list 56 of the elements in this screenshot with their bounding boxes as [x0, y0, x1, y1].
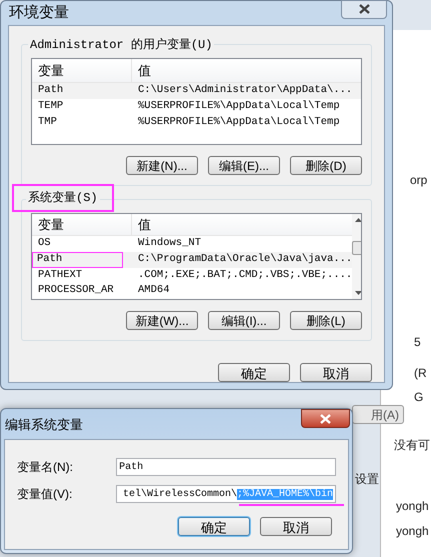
dialog-button[interactable]: 编辑(I)...	[208, 311, 280, 330]
variable-name: PROCESSOR_AR	[37, 283, 115, 298]
dialog-button[interactable]: 取消	[260, 517, 332, 536]
variable-name: TEMP	[37, 99, 64, 114]
list-row[interactable]: PROCESSOR_AR AMD64	[32, 283, 352, 299]
column-header[interactable]: 变量	[32, 214, 132, 235]
variable-value: AMD64	[137, 283, 170, 298]
background-text: 没有可	[394, 437, 430, 454]
dialog-button[interactable]: 确定	[218, 363, 290, 382]
variable-name: Path	[37, 252, 62, 267]
variable-value: %USERPROFILE%\AppData\Local\Temp	[137, 99, 340, 114]
variable-value: %USERPROFILE%\AppData\Local\Temp	[137, 115, 340, 130]
dialog-button[interactable]: 编辑(E)...	[208, 156, 280, 175]
variable-value: Windows_NT	[137, 236, 202, 251]
variable-name: Path	[37, 83, 64, 98]
dialog-button[interactable]: 新建(N)...	[126, 156, 198, 175]
background-text: yongh	[396, 498, 429, 515]
dialog-button[interactable]: 删除(L)	[290, 311, 362, 330]
variable-name: OS	[37, 236, 52, 251]
dialog-button[interactable]: 确定	[178, 517, 250, 536]
list-row[interactable]: Path C:\Users\Administrator\AppData\...	[32, 83, 361, 99]
list-row[interactable]: TEMP %USERPROFILE%\AppData\Local\Temp	[32, 99, 361, 115]
close-button[interactable]	[301, 409, 350, 428]
background-text: (R	[414, 365, 427, 382]
dialog-button[interactable]: 新建(W)...	[126, 311, 198, 330]
background-text: 设置	[355, 471, 379, 488]
window-title: 编辑系统变量	[5, 416, 83, 434]
background-text: orp	[410, 172, 428, 189]
column-header[interactable]: 值	[132, 214, 352, 235]
list-row[interactable]: TMP %USERPROFILE%\AppData\Local\Temp	[32, 115, 361, 131]
variable-name: PATHEXT	[37, 268, 84, 282]
close-icon	[358, 4, 370, 14]
background-text: G	[414, 389, 424, 406]
list-row[interactable]: Path C:\ProgramData\Oracle\Java\java...	[32, 252, 352, 268]
scroll-up-icon[interactable]	[355, 218, 361, 222]
list-row[interactable]: PATHEXT .COM;.EXE;.BAT;.CMD;.VBS;.VBE;....	[32, 268, 352, 284]
background-text: yongh	[396, 523, 429, 540]
dialog-button[interactable]: 取消	[300, 363, 372, 382]
variable-name: TMP	[37, 115, 58, 130]
close-button[interactable]	[341, 0, 387, 18]
list-row[interactable]: OS Windows_NT	[32, 236, 352, 252]
background-text: 5	[414, 334, 421, 351]
field-label: 变量名(N):	[17, 459, 74, 476]
input-field[interactable]: tel\WirelessCommon\;%JAVA_HOME%\bin	[116, 485, 336, 503]
dialog-button[interactable]: 删除(D)	[290, 156, 362, 175]
input-field[interactable]: Path	[116, 458, 336, 476]
variable-value: C:\ProgramData\Oracle\Java\java...	[137, 252, 352, 267]
field-label: 变量值(V):	[17, 486, 74, 503]
window-title: 环境变量	[9, 2, 69, 23]
scroll-down-icon[interactable]	[355, 291, 361, 295]
column-header[interactable]: 变量	[32, 59, 132, 82]
variable-value: .COM;.EXE;.BAT;.CMD;.VBS;.VBE;....	[137, 268, 352, 282]
column-header[interactable]: 值	[132, 59, 361, 82]
close-icon	[320, 414, 331, 424]
variable-value: C:\Users\Administrator\AppData\...	[137, 83, 352, 98]
apply-button[interactable]: 用(A)	[352, 405, 404, 424]
